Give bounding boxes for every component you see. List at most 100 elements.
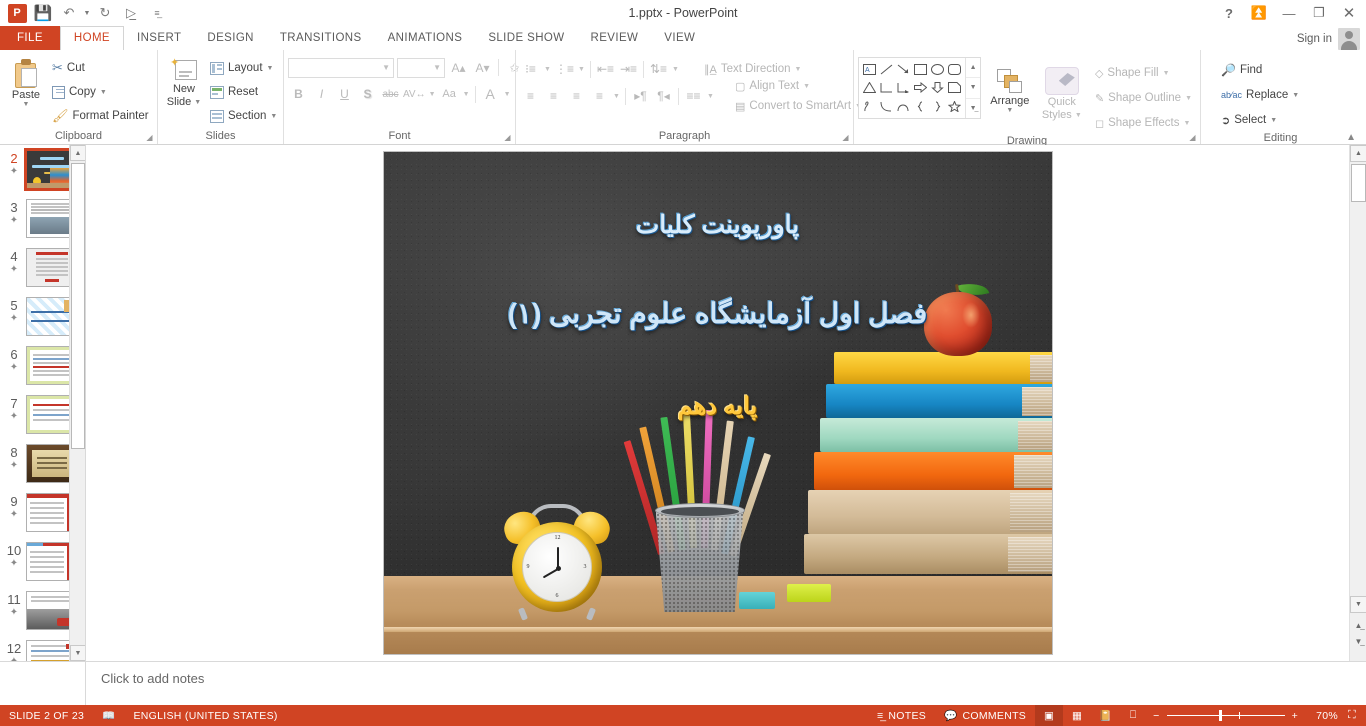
quick-styles-dropdown-icon[interactable]: ▼ xyxy=(1075,109,1082,122)
tab-animations[interactable]: ANIMATIONS xyxy=(375,26,476,50)
paste-button[interactable]: Paste ▼ xyxy=(4,53,48,110)
reading-view-icon[interactable]: 📔 xyxy=(1091,705,1119,726)
tab-review[interactable]: REVIEW xyxy=(578,26,652,50)
tab-design[interactable]: DESIGN xyxy=(194,26,267,50)
new-slide-dropdown-icon[interactable]: ▼ xyxy=(194,96,201,109)
animation-star-icon[interactable]: ✦ xyxy=(2,362,26,374)
copy-dropdown-icon[interactable]: ▼ xyxy=(100,89,107,96)
tab-view[interactable]: VIEW xyxy=(651,26,708,50)
shape-rectangle-icon[interactable] xyxy=(912,60,929,79)
animation-star-icon[interactable]: ✦ xyxy=(2,411,26,423)
ribbon-display-options-icon[interactable]: ⏫ xyxy=(1244,1,1274,25)
collapse-ribbon-icon[interactable]: ▲ xyxy=(1346,132,1356,143)
animation-star-icon[interactable]: ✦ xyxy=(2,264,26,276)
thumbnail-scrollbar[interactable]: ▲ ▼ xyxy=(69,145,85,661)
scroll-up-icon[interactable]: ▲ xyxy=(1350,145,1366,162)
slide-vertical-scrollbar[interactable]: ▲ ▼ ▲̲ ▼̲ xyxy=(1349,145,1366,661)
restore-icon[interactable]: ❐ xyxy=(1304,1,1334,25)
notes-placeholder[interactable]: Click to add notes xyxy=(86,662,204,686)
shapes-scroll-up-icon[interactable]: ▲ xyxy=(966,58,981,79)
zoom-out-icon[interactable]: − xyxy=(1153,710,1159,722)
bullets-dropdown-icon[interactable]: ▼ xyxy=(543,59,552,80)
scroll-thumb[interactable] xyxy=(1351,164,1366,202)
shape-elbow-arrow-icon[interactable] xyxy=(895,79,912,98)
decrease-indent-icon[interactable]: ⇤≡ xyxy=(595,59,616,80)
character-spacing-icon[interactable]: AV↔ xyxy=(403,84,426,105)
animation-star-icon[interactable]: ✦ xyxy=(2,509,26,521)
find-button[interactable]: 🔎 Find xyxy=(1217,59,1303,81)
notes-button[interactable]: ≡̲ NOTES xyxy=(868,705,935,726)
help-icon[interactable]: ? xyxy=(1214,1,1244,25)
font-dialog-launcher-icon[interactable]: ◢ xyxy=(502,132,513,143)
bold-button[interactable]: B xyxy=(288,84,309,105)
align-center-icon[interactable]: ≡ xyxy=(543,86,564,107)
arrange-dropdown-icon[interactable]: ▼ xyxy=(1006,107,1013,114)
columns-dropdown-icon[interactable]: ▼ xyxy=(706,86,715,107)
animation-star-icon[interactable]: ✦ xyxy=(2,607,26,619)
shape-arrow-icon[interactable] xyxy=(895,60,912,79)
slide-subtitle[interactable]: فصل اول آزمایشگاه علوم تجربی (۱) xyxy=(384,297,1052,330)
font-size-combo[interactable]: ▼ xyxy=(397,57,445,78)
arrange-button[interactable]: Arrange ▼ xyxy=(987,57,1033,116)
minimize-icon[interactable]: — xyxy=(1274,1,1304,25)
line-spacing-dropdown-icon[interactable]: ▼ xyxy=(671,59,680,80)
shape-arc-icon[interactable] xyxy=(895,97,912,116)
align-text-button[interactable]: ▢ Align Text ▼ xyxy=(731,77,866,96)
shape-star-icon[interactable] xyxy=(946,97,963,116)
slide-thumbnail-pane[interactable]: 2 ✦ 3 ✦ 4 ✦ 5 ✦ 6 ✦ 7 ✦ 8 ✦ 9 ✦ 10 ✦ 11 … xyxy=(0,145,86,661)
shape-oval-icon[interactable] xyxy=(929,60,946,79)
slide-grade-text[interactable]: پایه دهم xyxy=(384,392,1052,421)
section-button[interactable]: Section ▼ xyxy=(206,105,281,127)
paragraph-dialog-launcher-icon[interactable]: ◢ xyxy=(840,132,851,143)
font-name-combo[interactable]: ▼ xyxy=(288,57,394,78)
tab-insert[interactable]: INSERT xyxy=(124,26,194,50)
columns-icon[interactable]: ≡≡ xyxy=(683,86,704,107)
replace-dropdown-icon[interactable]: ▼ xyxy=(1292,92,1299,99)
paste-dropdown-icon[interactable]: ▼ xyxy=(23,101,30,108)
tab-slide-show[interactable]: SLIDE SHOW xyxy=(475,26,577,50)
shapes-more-icon[interactable]: ▼̲ xyxy=(966,99,980,118)
justify-icon[interactable]: ≡ xyxy=(589,86,610,107)
increase-font-size-icon[interactable]: A▴ xyxy=(448,57,469,78)
change-case-dropdown-icon[interactable]: ▼ xyxy=(462,84,471,105)
new-slide-button[interactable]: ✦ New Slide ▼ xyxy=(162,53,206,111)
underline-button[interactable]: U xyxy=(334,84,355,105)
sign-in-area[interactable]: Sign in xyxy=(1297,28,1366,50)
avatar[interactable] xyxy=(1338,28,1360,50)
normal-view-icon[interactable]: ▣ xyxy=(1035,705,1064,726)
copy-button[interactable]: Copy ▼ xyxy=(48,81,153,103)
quick-styles-button[interactable]: Quick Styles ▼ xyxy=(1039,57,1085,124)
text-shadow-button[interactable]: S xyxy=(357,84,378,105)
zoom-track[interactable] xyxy=(1166,710,1285,721)
shape-fill-dropdown-icon[interactable]: ▼ xyxy=(1163,70,1170,77)
customize-qat-icon[interactable]: ≡̲ xyxy=(144,1,170,25)
shape-elbow-connector-icon[interactable] xyxy=(878,79,895,98)
shape-effects-button[interactable]: ◻ Shape Effects ▼ xyxy=(1091,112,1196,134)
reset-button[interactable]: Reset xyxy=(206,81,281,103)
shape-outline-button[interactable]: ✎ Shape Outline ▼ xyxy=(1091,87,1196,109)
language-indicator[interactable]: ENGLISH (UNITED STATES) xyxy=(124,705,286,726)
powerpoint-logo-icon[interactable]: P xyxy=(4,1,30,25)
shape-triangle-icon[interactable] xyxy=(861,79,878,98)
select-dropdown-icon[interactable]: ▼ xyxy=(1270,117,1277,124)
shape-curve-icon[interactable] xyxy=(878,97,895,116)
undo-dropdown-icon[interactable]: ▼ xyxy=(82,1,92,25)
align-text-dropdown-icon[interactable]: ▼ xyxy=(803,83,810,90)
comments-button[interactable]: 💬 COMMENTS xyxy=(935,705,1035,726)
slide-editing-area[interactable]: 12 3 6 9 پاورپوینت کلیات فصل اول آزمایشگ… xyxy=(86,145,1349,661)
clipboard-dialog-launcher-icon[interactable]: ◢ xyxy=(144,132,155,143)
shape-outline-dropdown-icon[interactable]: ▼ xyxy=(1185,95,1192,102)
drawing-dialog-launcher-icon[interactable]: ◢ xyxy=(1187,132,1198,143)
slideshow-icon[interactable]: ⎕ xyxy=(1119,705,1147,726)
animation-star-icon[interactable]: ✦ xyxy=(2,166,26,178)
strikethrough-button[interactable]: abc xyxy=(380,84,401,105)
cut-button[interactable]: ✂ Cut xyxy=(48,57,153,79)
line-spacing-icon[interactable]: ⇅≡ xyxy=(648,59,669,80)
shape-down-arrow-icon[interactable] xyxy=(929,79,946,98)
slide-title[interactable]: پاورپوینت کلیات xyxy=(384,210,1052,240)
decrease-font-size-icon[interactable]: A▾ xyxy=(472,57,493,78)
select-button[interactable]: ➲ Select ▼ xyxy=(1217,109,1303,131)
thumbnail-scroll-thumb[interactable] xyxy=(71,163,85,449)
thumbnail-scroll-down-icon[interactable]: ▼ xyxy=(70,645,85,661)
text-direction-dropdown-icon[interactable]: ▼ xyxy=(795,66,802,73)
